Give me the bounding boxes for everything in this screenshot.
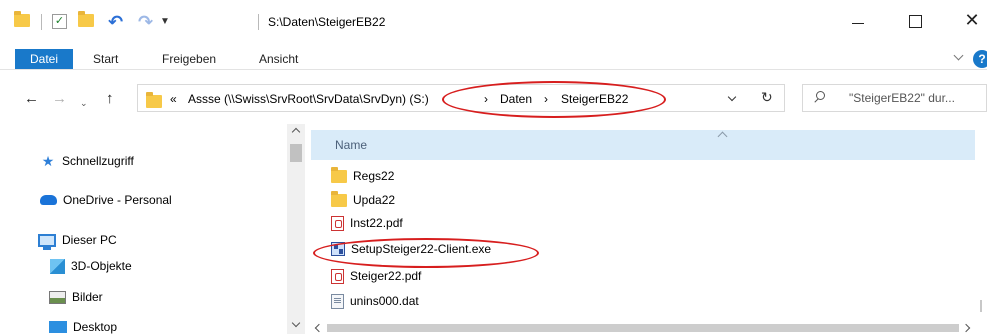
ribbon-tabs: Datei Start Freigeben Ansicht ?: [0, 44, 987, 70]
navigation-pane: ★ Schnellzugriff OneDrive - Personal Die…: [0, 124, 305, 334]
nav-item-bilder[interactable]: Bilder: [49, 286, 103, 308]
breadcrumb-daten[interactable]: Daten: [500, 92, 532, 106]
breadcrumb-separator[interactable]: ›: [544, 92, 548, 106]
tab-start[interactable]: Start: [93, 49, 118, 69]
search-box[interactable]: "SteigerEB22" dur...: [802, 84, 987, 112]
file-name: Upda22: [353, 193, 396, 207]
list-item-inst22-pdf[interactable]: Inst22.pdf: [331, 213, 403, 233]
close-button[interactable]: ✕: [960, 10, 984, 32]
nav-item-onedrive[interactable]: OneDrive - Personal: [40, 189, 172, 211]
nav-item-label: Dieser PC: [62, 233, 117, 247]
nav-item-label: Schnellzugriff: [62, 154, 134, 168]
horizontal-scrollbar[interactable]: [311, 322, 975, 334]
list-item-unins000-dat[interactable]: unins000.dat: [331, 291, 419, 311]
navigation-pane-scrollbar[interactable]: [287, 124, 305, 334]
breadcrumb-separator[interactable]: ›: [484, 92, 488, 106]
window-title: S:\Daten\SteigerEB22: [268, 15, 386, 29]
search-placeholder: "SteigerEB22" dur...: [849, 91, 955, 105]
list-item-setup-exe[interactable]: SetupSteiger22-Client.exe: [331, 239, 491, 259]
maximize-button[interactable]: [903, 10, 927, 32]
search-icon: [813, 91, 825, 103]
tab-ansicht[interactable]: Ansicht: [259, 49, 298, 69]
list-item-upda22[interactable]: Upda22: [331, 190, 395, 210]
cloud-icon: [40, 195, 57, 205]
breadcrumb-steigereb22[interactable]: SteigerEB22: [561, 92, 628, 106]
file-list: Name Regs22 Upda22 Inst22.pdf SetupSteig…: [305, 124, 987, 334]
file-name: Steiger22.pdf: [350, 269, 422, 283]
help-icon[interactable]: ?: [973, 50, 987, 68]
star-icon: ★: [41, 152, 55, 169]
title-bar: ✓ ↶ ↷ ▼ S:\Daten\SteigerEB22 ✕: [0, 0, 987, 44]
scroll-down-icon[interactable]: [291, 320, 301, 330]
pictures-icon: [49, 290, 66, 304]
dat-file-icon: [331, 293, 344, 309]
exe-icon: [331, 242, 345, 256]
undo-icon[interactable]: ↶: [108, 13, 123, 31]
pdf-icon: [331, 268, 344, 284]
redo-icon[interactable]: ↷: [138, 13, 153, 31]
file-name: unins000.dat: [350, 294, 419, 308]
scroll-left-icon[interactable]: [313, 323, 323, 333]
nav-item-label: 3D-Objekte: [71, 259, 132, 273]
scrollbar-thumb[interactable]: [290, 144, 302, 162]
customize-quick-access-icon[interactable]: ▼: [160, 14, 170, 30]
new-folder-icon[interactable]: [78, 11, 94, 27]
navigation-bar: ← → ⌄ ↑ « Assse (\\Swiss\SrvRoot\SrvData…: [0, 70, 987, 124]
desktop-icon: [49, 321, 67, 333]
back-button[interactable]: ←: [24, 91, 39, 107]
folder-icon: [331, 166, 347, 183]
nav-item-3d-objekte[interactable]: 3D-Objekte: [50, 255, 132, 277]
column-header-name[interactable]: Name: [311, 130, 975, 160]
nav-item-dieser-pc[interactable]: Dieser PC: [38, 229, 117, 251]
scrollbar-thumb[interactable]: [327, 324, 959, 332]
sort-ascending-icon: [717, 130, 727, 138]
recent-locations-button[interactable]: ⌄: [80, 95, 88, 111]
cube-icon: [50, 258, 65, 274]
properties-icon[interactable]: ✓: [52, 14, 67, 29]
up-button[interactable]: ↑: [106, 91, 114, 107]
pdf-icon: [331, 215, 344, 231]
file-name: Inst22.pdf: [350, 216, 403, 230]
list-item-steiger22-pdf[interactable]: Steiger22.pdf: [331, 266, 421, 286]
quick-access-separator: [41, 14, 42, 30]
list-item-regs22[interactable]: Regs22: [331, 166, 394, 186]
refresh-button[interactable]: ↻: [761, 89, 773, 106]
nav-item-label: Bilder: [72, 290, 103, 304]
address-dropdown-icon[interactable]: [727, 94, 737, 104]
file-name: SetupSteiger22-Client.exe: [351, 242, 492, 256]
forward-button[interactable]: →: [52, 91, 67, 107]
nav-item-desktop[interactable]: Desktop: [49, 316, 117, 334]
scroll-up-icon[interactable]: [291, 126, 301, 136]
address-bar[interactable]: « Assse (\\Swiss\SrvRoot\SrvData\SrvDyn)…: [137, 84, 785, 112]
file-name: Regs22: [353, 169, 395, 183]
tab-datei[interactable]: Datei: [15, 49, 73, 69]
expand-ribbon-icon[interactable]: [953, 52, 965, 64]
tab-freigeben[interactable]: Freigeben: [162, 49, 216, 69]
scrollbar-thumb[interactable]: [980, 300, 982, 312]
breadcrumb-drive[interactable]: Assse (\\Swiss\SrvRoot\SrvData\SrvDyn) (…: [188, 92, 429, 106]
minimize-button[interactable]: [846, 10, 870, 32]
nav-item-label: OneDrive - Personal: [63, 193, 172, 207]
breadcrumb-overflow[interactable]: «: [170, 92, 177, 106]
folder-icon: [331, 190, 347, 207]
nav-item-label: Desktop: [73, 320, 118, 334]
explorer-window: ✓ ↶ ↷ ▼ S:\Daten\SteigerEB22 ✕ Datei Sta…: [0, 0, 987, 334]
folder-icon: [146, 92, 162, 108]
title-separator: [258, 14, 259, 30]
column-header-label: Name: [335, 138, 368, 152]
file-list-vertical-scrollbar[interactable]: [975, 160, 987, 334]
folder-icon: [14, 11, 30, 27]
scroll-right-icon[interactable]: [963, 323, 973, 333]
nav-item-schnellzugriff[interactable]: ★ Schnellzugriff: [40, 150, 134, 172]
pc-icon: [38, 233, 56, 250]
